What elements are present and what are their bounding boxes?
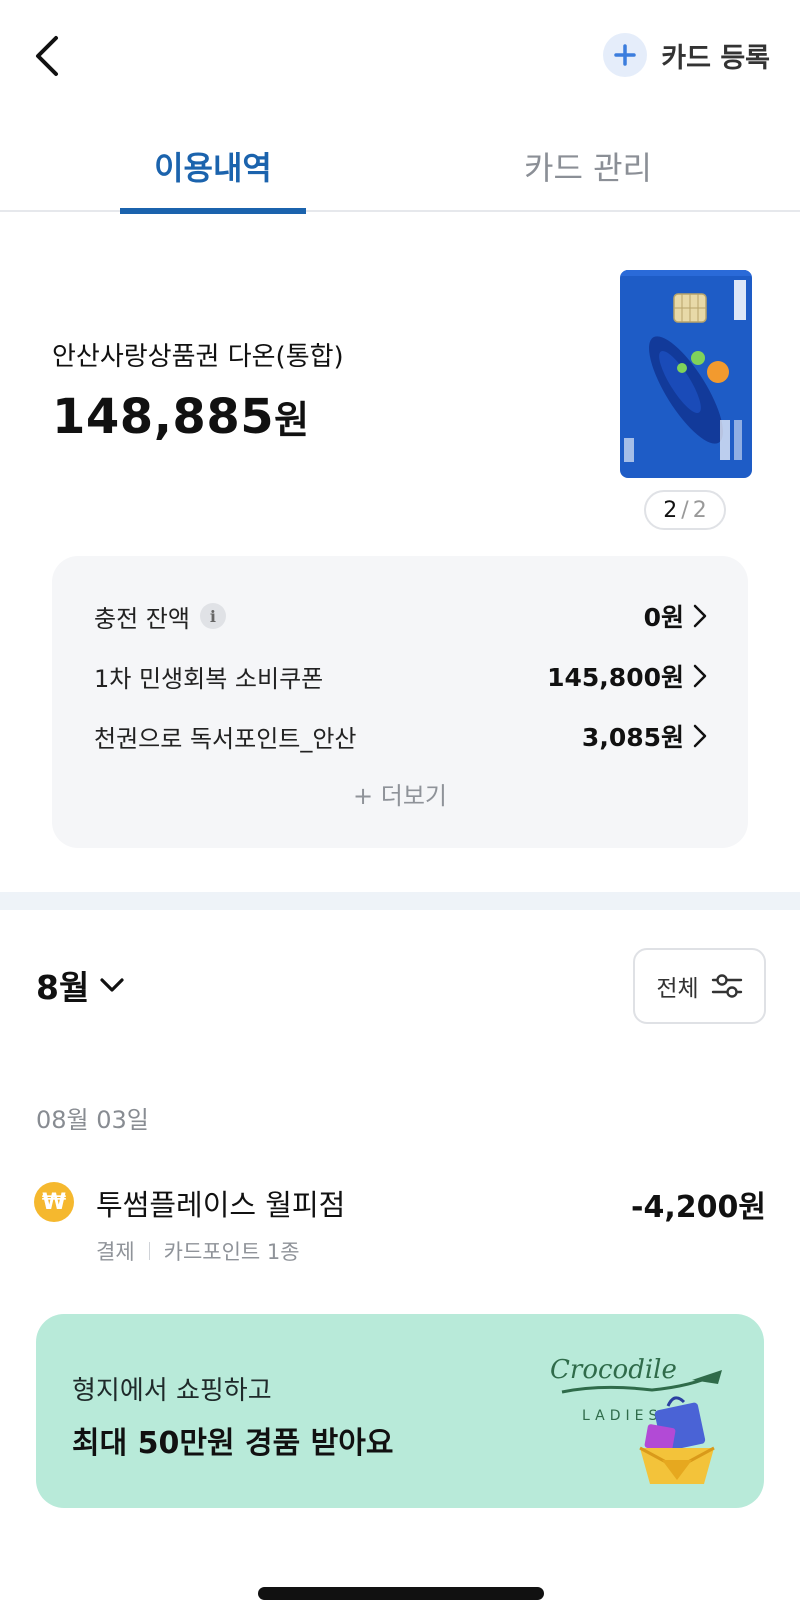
home-indicator[interactable] (258, 1587, 544, 1600)
banner-artwork: Crocodile LADIES (542, 1340, 742, 1488)
tab-usage-history[interactable]: 이용내역 (120, 120, 306, 214)
meta-separator (148, 1242, 150, 1260)
balance-value-text: 0원 (643, 603, 684, 632)
filter-button[interactable]: 전체 (633, 948, 766, 1024)
card-pager[interactable]: 2 / 2 (644, 490, 726, 530)
top-bar: 카드 등록 (0, 0, 800, 110)
chevron-right-icon (693, 724, 707, 748)
transaction-merchant: 투썸플레이스 월피점 (96, 1188, 346, 1222)
brand-logo-text: Crocodile (550, 1355, 677, 1385)
card-balance: 148,885원 (52, 389, 344, 445)
date-header: 08월 03일 (36, 1106, 149, 1134)
register-card-button[interactable]: 카드 등록 (603, 30, 770, 80)
transaction-type: 결제 (96, 1240, 135, 1264)
balance-value: 3,085원 (582, 718, 710, 754)
transaction-item[interactable]: ₩ 투썸플레이스 월피점 -4,200원 결제 카드포인트 1종 (34, 1182, 766, 1282)
balance-value-text: 145,800원 (547, 663, 684, 692)
balance-label-text: 충전 잔액 (94, 604, 190, 633)
balance-row-charge[interactable]: 충전 잔액 i 0원 (94, 596, 710, 636)
balance-row-reading-points[interactable]: 천권으로 독서포인트_안산 3,085원 (94, 716, 710, 756)
sliders-icon (711, 974, 742, 998)
chevron-down-icon (100, 978, 124, 992)
banner-subtitle: 형지에서 쇼핑하고 (72, 1376, 272, 1406)
card-name: 안산사랑상품권 다온(통합) (52, 342, 344, 372)
balance-label: 1차 민생회복 소비쿠폰 (94, 659, 323, 694)
plus-icon (603, 33, 648, 77)
balance-value: 145,800원 (547, 658, 710, 694)
pager-total: 2 (692, 497, 707, 523)
chevron-right-icon (693, 604, 707, 628)
balance-label-text: 천권으로 독서포인트_안산 (94, 724, 357, 753)
card-balance-number: 148,885 (52, 389, 275, 445)
balance-label: 충전 잔액 i (94, 599, 226, 634)
info-icon[interactable]: i (199, 603, 226, 629)
tab-card-management[interactable]: 카드 관리 (500, 120, 676, 212)
chevron-left-icon (36, 36, 58, 76)
pager-separator: / (681, 497, 689, 523)
balance-row-coupon[interactable]: 1차 민생회복 소비쿠폰 145,800원 (94, 656, 710, 696)
transaction-points: 카드포인트 1종 (163, 1240, 300, 1264)
month-label: 8월 (36, 968, 90, 1007)
brand-sub-text: LADIES (582, 1408, 662, 1424)
pager-current: 2 (663, 497, 678, 523)
balance-value: 0원 (644, 598, 710, 634)
more-button[interactable]: + 더보기 (52, 776, 748, 811)
card-image[interactable] (620, 270, 752, 478)
register-card-label: 카드 등록 (661, 42, 770, 74)
card-balance-unit: 원 (274, 398, 310, 442)
balance-value-text: 3,085원 (581, 723, 684, 752)
balance-breakdown: 충전 잔액 i 0원 1차 민생회복 소비쿠폰 145,800원 천권으로 독서… (52, 556, 748, 848)
banner-title: 최대 50만원 경품 받아요 (72, 1426, 394, 1461)
won-coin-icon: ₩ (34, 1182, 74, 1222)
month-selector[interactable]: 8월 (36, 960, 127, 1010)
section-divider (0, 892, 800, 910)
transaction-meta: 결제 카드포인트 1종 (96, 1236, 300, 1266)
balance-label: 천권으로 독서포인트_안산 (94, 719, 357, 754)
tab-bar: 이용내역 카드 관리 (0, 120, 800, 214)
transaction-amount: -4,200원 (631, 1190, 766, 1225)
filter-label: 전체 (656, 976, 699, 1002)
promo-banner[interactable]: 형지에서 쇼핑하고 최대 50만원 경품 받아요 Crocodile LADIE… (36, 1314, 764, 1508)
card-summary: 안산사랑상품권 다온(통합) 148,885원 (52, 336, 344, 445)
chevron-right-icon (693, 664, 707, 688)
back-button[interactable] (22, 28, 78, 84)
balance-label-text: 1차 민생회복 소비쿠폰 (94, 664, 324, 693)
